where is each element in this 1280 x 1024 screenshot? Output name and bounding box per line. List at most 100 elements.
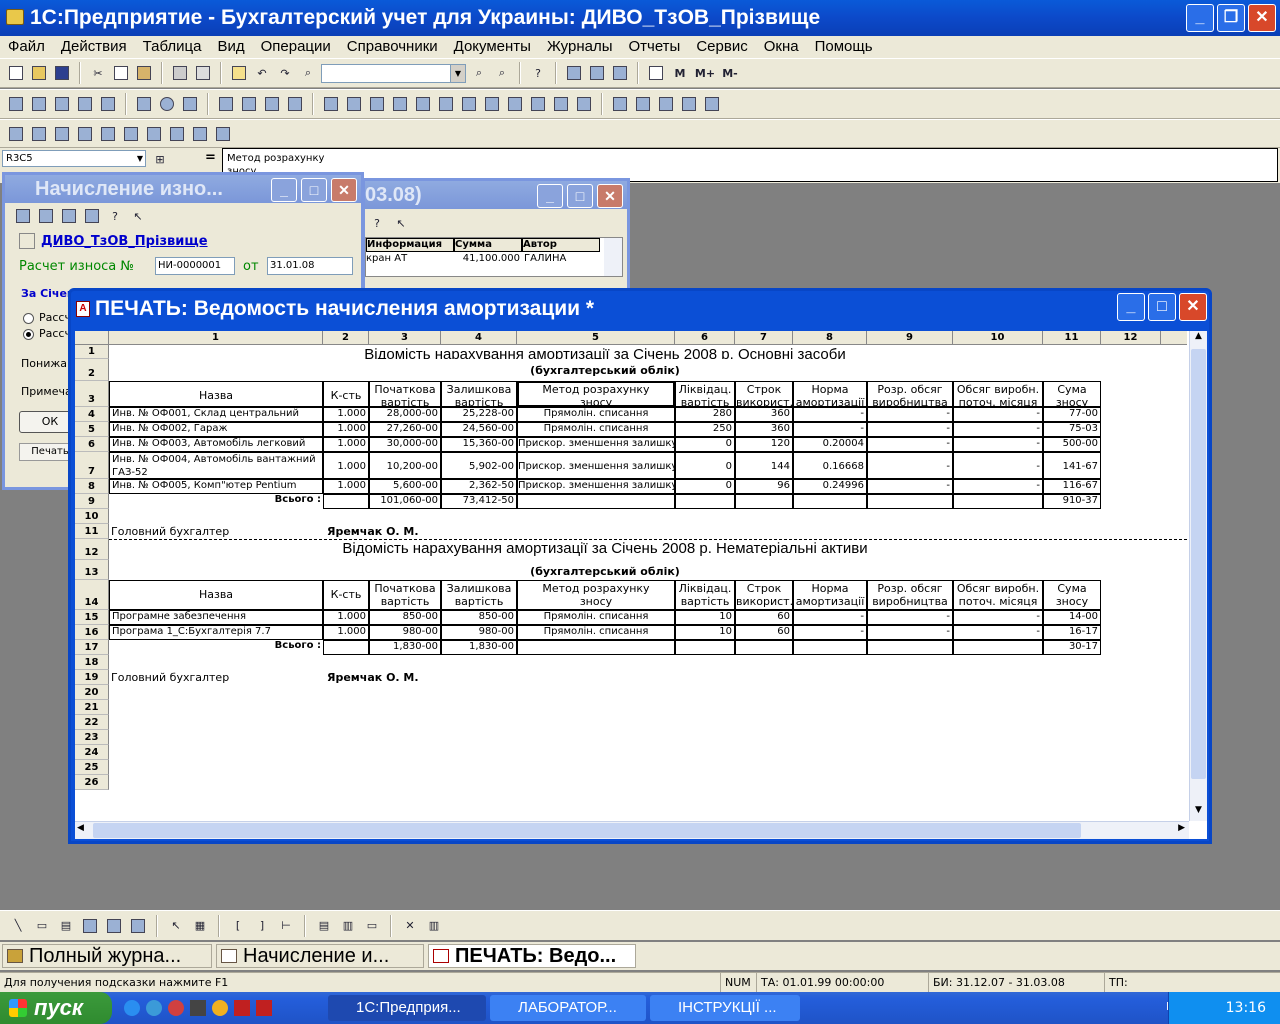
calendar-icon[interactable] — [229, 63, 249, 83]
summary-icon[interactable] — [180, 94, 200, 114]
table-cell[interactable]: 1.000 — [323, 610, 369, 625]
horizontal-scrollbar[interactable]: ◀ ▶ — [75, 821, 1189, 839]
journal-maximize-button[interactable]: □ — [567, 184, 593, 208]
table5-icon[interactable] — [98, 124, 118, 144]
layout3-icon[interactable]: ▭ — [362, 916, 382, 936]
bracket-left-icon[interactable]: [ — [228, 916, 248, 936]
calc-radio-1[interactable] — [23, 313, 34, 324]
accountant-name[interactable]: Яремчак О. М. — [323, 524, 517, 539]
column-heading[interactable]: К-сть — [323, 381, 369, 407]
chart-icon[interactable] — [213, 124, 233, 144]
doc-maximize-button[interactable]: □ — [301, 178, 327, 202]
doc12-icon[interactable] — [574, 94, 594, 114]
open-icon[interactable] — [29, 63, 49, 83]
col-header[interactable]: 7 — [735, 331, 793, 345]
table-cell[interactable]: Инв. № ОФ003, Автомобіль легковий — [109, 437, 323, 452]
column-heading[interactable]: Метод розрахунку зносу — [517, 580, 675, 610]
memory-minus-icon[interactable]: M- — [719, 63, 741, 83]
row-header[interactable]: 24 — [75, 745, 109, 760]
table-cell[interactable]: 1.000 — [323, 422, 369, 437]
copy-icon[interactable] — [111, 63, 131, 83]
new-icon[interactable] — [6, 63, 26, 83]
column-heading[interactable]: Строк використ. — [735, 580, 793, 610]
menu-operations[interactable]: Операции — [253, 36, 339, 58]
print-minimize-button[interactable]: _ — [1117, 293, 1145, 321]
row-header[interactable]: 16 — [75, 625, 109, 640]
table-cell[interactable] — [867, 640, 953, 655]
menu-file[interactable]: Файл — [0, 36, 53, 58]
table-cell[interactable]: Инв. № ОФ002, Гараж — [109, 422, 323, 437]
app-icon-4[interactable] — [190, 1000, 206, 1016]
doc8-icon[interactable] — [482, 94, 502, 114]
line-icon[interactable]: ╲ — [8, 916, 28, 936]
book-icon[interactable] — [646, 63, 666, 83]
table-cell[interactable]: 116-67 — [1043, 479, 1101, 494]
table-cell[interactable]: 30,000-00 — [369, 437, 441, 452]
table-cell[interactable]: 60 — [735, 625, 793, 640]
report-subtitle[interactable]: (бухгалтерський облік) — [109, 359, 1101, 381]
column-heading[interactable]: Початкова вартість — [369, 381, 441, 407]
table-cell[interactable]: 10,200-00 — [369, 452, 441, 479]
column-heading[interactable]: Сума зносу — [1043, 580, 1101, 610]
wizard4-icon[interactable] — [679, 94, 699, 114]
print-maximize-button[interactable]: □ — [1148, 293, 1176, 321]
date-field[interactable]: 31.01.08 — [267, 257, 353, 275]
table-cell[interactable]: 27,260-00 — [369, 422, 441, 437]
doc-help-icon[interactable]: ? — [105, 206, 125, 226]
find-next-icon[interactable]: ⌕ — [469, 63, 489, 83]
table-cell[interactable]: 15,360-00 — [441, 437, 517, 452]
row-header[interactable]: 26 — [75, 775, 109, 790]
browser-icon[interactable] — [146, 1000, 162, 1016]
table-cell[interactable] — [953, 640, 1043, 655]
table-cell[interactable]: 144 — [735, 452, 793, 479]
journal-cell-info[interactable]: кран АТ — [366, 253, 454, 265]
table-cell[interactable]: 141-67 — [1043, 452, 1101, 479]
row-header[interactable]: 25 — [75, 760, 109, 775]
table-cell[interactable]: 0.16668 — [793, 452, 867, 479]
table-cell[interactable]: 24,560-00 — [441, 422, 517, 437]
paste-icon[interactable] — [134, 63, 154, 83]
row-header[interactable]: 14 — [75, 580, 109, 610]
globe-icon[interactable] — [157, 94, 177, 114]
total-label[interactable]: Всього : — [109, 640, 323, 655]
table-cell[interactable]: 120 — [735, 437, 793, 452]
window-tab-depreciation[interactable]: Начисление и... — [216, 944, 424, 968]
table-cell[interactable]: 250 — [675, 422, 735, 437]
table-cell[interactable]: Прискор. зменшення залишку — [517, 452, 675, 479]
column-heading[interactable]: Назва — [109, 381, 323, 407]
column-heading[interactable]: Назва — [109, 580, 323, 610]
menu-windows[interactable]: Окна — [756, 36, 807, 58]
table-cell[interactable]: 280 — [675, 407, 735, 422]
journal-col-author[interactable]: Автор — [522, 238, 600, 252]
calc-radio-2[interactable] — [23, 329, 34, 340]
wizard2-icon[interactable] — [633, 94, 653, 114]
operations-icon[interactable] — [29, 94, 49, 114]
task-1c[interactable]: 1С:Предприя... — [328, 995, 486, 1021]
table-cell[interactable] — [793, 494, 867, 509]
bracket-right-icon[interactable]: ] — [252, 916, 272, 936]
table-cell[interactable]: 0 — [675, 437, 735, 452]
journal-pointer-icon[interactable]: ↖ — [391, 213, 411, 233]
account-icon[interactable] — [239, 94, 259, 114]
search-combo[interactable]: ▼ — [321, 63, 466, 83]
layout2-icon[interactable]: ▥ — [338, 916, 358, 936]
column-heading[interactable]: Залишкова вартість — [441, 381, 517, 407]
report-subtitle[interactable]: (бухгалтерський облік) — [109, 560, 1101, 580]
row-header[interactable]: 12 — [75, 539, 109, 560]
table-cell[interactable]: - — [867, 452, 953, 479]
row-header[interactable]: 13 — [75, 560, 109, 580]
col-header[interactable]: 5 — [517, 331, 675, 345]
table-cell[interactable]: - — [867, 407, 953, 422]
formula-input[interactable]: Метод розрахунку зносу — [222, 148, 1278, 182]
total-label[interactable]: Всього : — [109, 494, 323, 509]
doc-new-icon[interactable] — [13, 206, 33, 226]
row-header[interactable]: 2 — [75, 359, 109, 381]
spreadsheet[interactable]: 1 2 3 4 5 6 7 8 9 10 11 12 1 2 3 4 5 6 7 8 9 10 11… — [75, 331, 1207, 839]
table-cell[interactable]: 360 — [735, 422, 793, 437]
task-folder[interactable]: ЛАБОРАТОР... — [490, 995, 646, 1021]
company-link[interactable]: ДИВО_ТзОВ_Прізвище — [41, 234, 208, 249]
tools-icon[interactable] — [98, 94, 118, 114]
print-preview-icon[interactable] — [193, 63, 213, 83]
row-header[interactable]: 7 — [75, 452, 109, 479]
table1-icon[interactable] — [6, 124, 26, 144]
